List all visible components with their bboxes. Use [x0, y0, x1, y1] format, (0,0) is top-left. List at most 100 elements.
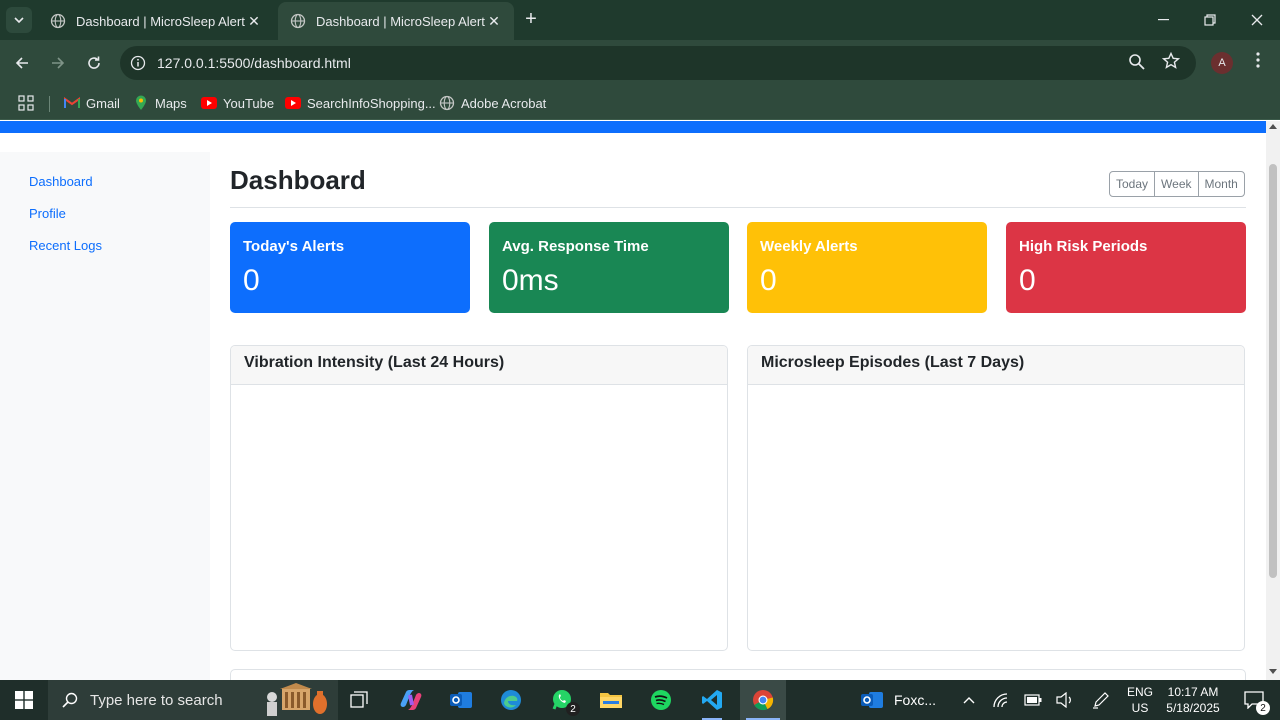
file-explorer-button[interactable] [590, 680, 632, 720]
bookmark-gmail[interactable]: Gmail [64, 93, 120, 113]
tab-title: Dashboard | MicroSleep Alert [76, 13, 245, 29]
bookmark-label: YouTube [223, 95, 275, 111]
arrow-right-icon [52, 57, 65, 69]
copilot-icon [400, 690, 422, 710]
chrome-icon [753, 690, 774, 711]
bookmark-label: SearchInfoShopping... [307, 95, 436, 111]
scrollbar-thumb[interactable] [1269, 164, 1277, 578]
stat-value: 0 [760, 264, 777, 297]
stat-label: Avg. Response Time [502, 238, 649, 255]
sidebar-item-profile[interactable]: Profile [29, 206, 66, 221]
bookmark-star-icon[interactable] [1161, 51, 1182, 72]
card-header: Microsleep Episodes (Last 7 Days) [748, 346, 1244, 385]
task-view-button[interactable] [340, 680, 380, 720]
language-indicator[interactable]: ENG US [1122, 680, 1158, 720]
stat-card-high-risk-periods: High Risk Periods 0 [1006, 222, 1246, 313]
bookmark-searchinfo[interactable]: SearchInfoShopping... [285, 93, 436, 113]
close-tab-icon[interactable]: ✕ [246, 13, 262, 29]
start-button[interactable] [0, 680, 48, 720]
outlook-icon [450, 692, 472, 708]
copilot-button[interactable] [390, 680, 432, 720]
bookmarks-bar: Gmail Maps YouTube SearchInfoShopping...… [0, 86, 1280, 120]
address-bar[interactable]: 127.0.0.1:5500/dashboard.html [120, 46, 1196, 80]
gmail-icon [64, 95, 80, 111]
range-month-button[interactable]: Month [1199, 172, 1244, 196]
edge-button[interactable] [490, 680, 532, 720]
battery-icon[interactable] [1022, 680, 1044, 720]
site-info-icon[interactable] [128, 53, 148, 73]
bookmark-adobe-acrobat[interactable]: Adobe Acrobat [439, 93, 546, 113]
pen-icon[interactable] [1090, 680, 1112, 720]
search-placeholder: Type here to search [90, 691, 223, 709]
page-title: Dashboard [230, 165, 366, 195]
back-button[interactable] [8, 49, 36, 77]
page-scrollbar[interactable] [1266, 121, 1280, 680]
sidebar-item-dashboard[interactable]: Dashboard [29, 174, 93, 189]
taskbar-search[interactable]: Type here to search [48, 680, 338, 720]
search-highlight-image-icon [267, 683, 327, 716]
chevron-up-icon [963, 697, 975, 704]
bookmark-maps[interactable]: Maps [133, 93, 187, 113]
minimize-button[interactable] [1141, 0, 1187, 40]
range-week-button[interactable]: Week [1155, 172, 1199, 196]
vscode-button[interactable] [690, 680, 734, 720]
browser-tab[interactable]: Dashboard | MicroSleep Alert ✕ [38, 2, 274, 40]
sidebar: Dashboard Profile Recent Logs [0, 152, 210, 680]
browser-toolbar: 127.0.0.1:5500/dashboard.html A [0, 40, 1280, 86]
chart-card-vibration-intensity: Vibration Intensity (Last 24 Hours) [230, 345, 728, 651]
outlook-button[interactable] [440, 680, 482, 720]
spotify-button[interactable] [640, 680, 682, 720]
network-icon[interactable] [990, 680, 1012, 720]
youtube-icon [285, 95, 301, 111]
zoom-icon[interactable] [1128, 53, 1148, 73]
restore-button[interactable] [1187, 0, 1233, 40]
sidebar-item-recent-logs[interactable]: Recent Logs [29, 238, 102, 253]
region-label: US [1131, 701, 1149, 715]
scroll-up-arrow-icon[interactable] [1269, 124, 1277, 129]
card-partial [230, 669, 1246, 680]
reload-button[interactable] [80, 49, 108, 77]
profile-avatar[interactable]: A [1211, 52, 1233, 74]
forward-button[interactable] [44, 49, 72, 77]
language-label: ENG [1126, 685, 1153, 699]
new-tab-button[interactable]: + [520, 9, 542, 31]
whatsapp-button[interactable]: 2 [540, 680, 584, 720]
bookmarks-separator [49, 96, 50, 112]
whatsapp-badge: 2 [566, 702, 580, 716]
chevron-down-icon [14, 17, 24, 24]
arrow-left-icon [15, 57, 28, 69]
search-icon [62, 692, 78, 708]
restore-icon [1204, 14, 1216, 26]
close-icon [1251, 14, 1263, 26]
range-today-button[interactable]: Today [1110, 172, 1156, 196]
bookmark-youtube[interactable]: YouTube [201, 93, 274, 113]
minimize-icon [1158, 19, 1169, 21]
youtube-icon [201, 95, 217, 111]
clock[interactable]: 10:17 AM 5/18/2025 [1160, 680, 1226, 720]
stat-label: Weekly Alerts [760, 238, 858, 255]
outlook-window-button[interactable]: Foxc... [860, 680, 948, 720]
close-tab-icon[interactable]: ✕ [486, 13, 502, 29]
chrome-button[interactable] [740, 680, 786, 720]
apps-icon[interactable] [18, 93, 34, 113]
stat-card-todays-alerts: Today's Alerts 0 [230, 222, 470, 313]
url-text[interactable]: 127.0.0.1:5500/dashboard.html [157, 55, 351, 71]
show-hidden-icons-button[interactable] [958, 680, 980, 720]
stat-label: Today's Alerts [243, 238, 345, 255]
volume-icon[interactable] [1054, 680, 1076, 720]
scroll-down-arrow-icon[interactable] [1269, 669, 1277, 674]
globe-icon [290, 13, 306, 29]
card-header: Vibration Intensity (Last 24 Hours) [231, 346, 727, 385]
browser-tab-active[interactable]: Dashboard | MicroSleep Alert ✕ [278, 2, 514, 40]
tab-search-button[interactable] [6, 7, 32, 33]
folder-icon [600, 693, 622, 708]
tab-title: Dashboard | MicroSleep Alert [316, 13, 485, 29]
clock-date: 5/18/2025 [1166, 701, 1220, 715]
notification-center-button[interactable]: 2 [1234, 680, 1274, 720]
page-viewport: Dashboard Profile Recent Logs Dashboard … [0, 121, 1266, 680]
globe-icon [439, 95, 455, 111]
close-window-button[interactable] [1234, 0, 1280, 40]
menu-kebab-icon[interactable] [1248, 52, 1268, 74]
clock-time: 10:17 AM [1167, 685, 1219, 699]
navbar-strip [0, 121, 1266, 133]
